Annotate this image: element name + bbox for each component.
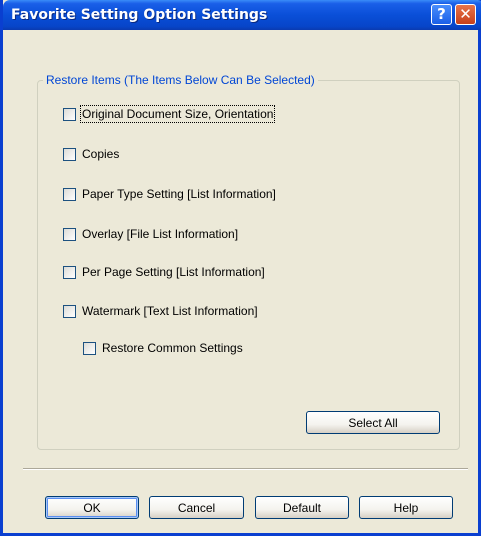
close-icon: ✕ bbox=[459, 5, 472, 23]
checkbox-per-page-setting[interactable]: Per Page Setting [List Information] bbox=[63, 264, 265, 280]
checkbox-label: Overlay [File List Information] bbox=[82, 227, 239, 241]
checkbox-label: Copies bbox=[82, 147, 120, 161]
group-label: Restore Items (The Items Below Can Be Se… bbox=[43, 73, 318, 87]
select-all-label: Select All bbox=[348, 415, 398, 430]
checkbox-label: Original Document Size, Orientation bbox=[79, 105, 276, 123]
title-bar[interactable]: Favorite Setting Option Settings ? ✕ bbox=[3, 0, 481, 30]
ok-button[interactable]: OK bbox=[45, 496, 139, 519]
checkbox-watermark[interactable]: Watermark [Text List Information] bbox=[63, 303, 258, 319]
checkbox-paper-type-setting[interactable]: Paper Type Setting [List Information] bbox=[63, 186, 276, 202]
help-title-button[interactable]: ? bbox=[431, 4, 452, 25]
checkbox-box[interactable] bbox=[63, 147, 76, 161]
select-all-button[interactable]: Select All bbox=[306, 411, 440, 434]
close-button[interactable]: ✕ bbox=[455, 4, 476, 25]
checkbox-box[interactable] bbox=[63, 187, 76, 201]
checkbox-box[interactable] bbox=[63, 304, 76, 318]
checkbox-label: Watermark [Text List Information] bbox=[82, 304, 258, 318]
question-icon: ? bbox=[437, 5, 446, 23]
cancel-button[interactable]: Cancel bbox=[149, 496, 244, 519]
checkbox-box[interactable] bbox=[83, 341, 96, 355]
checkbox-box[interactable] bbox=[63, 107, 76, 121]
dialog-window: Favorite Setting Option Settings ? ✕ Res… bbox=[0, 0, 481, 536]
checkbox-label: Paper Type Setting [List Information] bbox=[82, 187, 276, 201]
help-button[interactable]: Help bbox=[359, 496, 453, 519]
separator bbox=[23, 468, 468, 470]
checkbox-copies[interactable]: Copies bbox=[63, 146, 119, 162]
help-label: Help bbox=[393, 500, 419, 515]
cancel-label: Cancel bbox=[177, 500, 216, 515]
checkbox-restore-common-settings[interactable]: Restore Common Settings bbox=[83, 340, 243, 356]
checkbox-original-document-size[interactable]: Original Document Size, Orientation bbox=[63, 105, 276, 123]
default-label: Default bbox=[282, 500, 322, 515]
ok-label: OK bbox=[83, 500, 101, 515]
checkbox-label: Per Page Setting [List Information] bbox=[82, 265, 265, 279]
checkbox-overlay[interactable]: Overlay [File List Information] bbox=[63, 226, 238, 242]
checkbox-box[interactable] bbox=[63, 227, 76, 241]
checkbox-box[interactable] bbox=[63, 265, 76, 279]
default-button[interactable]: Default bbox=[255, 496, 349, 519]
checkbox-label: Restore Common Settings bbox=[102, 341, 243, 355]
window-title: Favorite Setting Option Settings bbox=[11, 7, 268, 23]
